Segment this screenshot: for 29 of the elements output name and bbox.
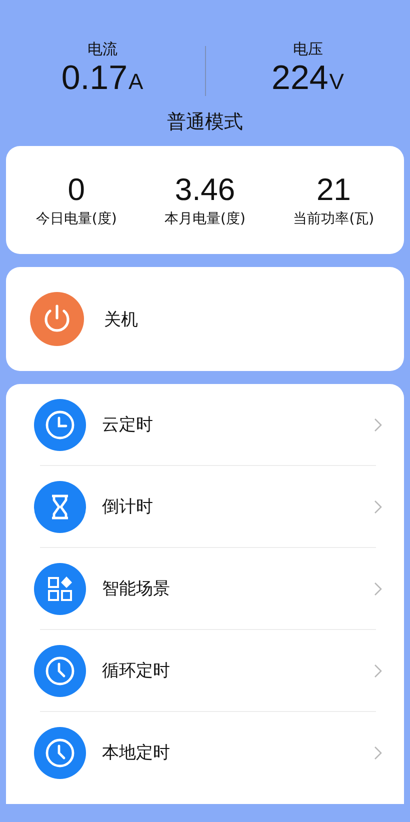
menu-item[interactable]: 智能场景 xyxy=(6,548,404,629)
reading-value: 0.17A xyxy=(61,58,144,99)
stat-value: 21 xyxy=(316,172,351,208)
menu-item[interactable]: 倒计时 xyxy=(6,466,404,547)
stat-value: 3.46 xyxy=(174,172,236,208)
reading-label: 电流 xyxy=(87,40,118,58)
hourglass-icon xyxy=(34,480,86,532)
power-label: 关机 xyxy=(104,308,138,330)
menu-item[interactable]: 循环定时 xyxy=(6,630,404,711)
stat-value: 0 xyxy=(68,172,85,208)
mode-label: 普通模式 xyxy=(167,110,243,134)
power-card[interactable]: 关机 xyxy=(6,267,404,371)
menu-item[interactable]: 云定时 xyxy=(6,384,404,465)
grid-icon xyxy=(34,562,86,614)
chevron-icon xyxy=(374,746,382,760)
clock-icon xyxy=(34,726,86,778)
clock-icon xyxy=(34,644,86,696)
menu-item[interactable]: 本地定时 xyxy=(6,712,404,793)
chevron-icon xyxy=(374,418,382,432)
reading-label: 电压 xyxy=(292,40,323,58)
chevron-icon xyxy=(374,582,382,596)
chevron-icon xyxy=(374,500,382,514)
clock-icon xyxy=(34,398,86,450)
stat-label: 本月电量(度) xyxy=(164,210,246,228)
stat-label: 今日电量(度) xyxy=(36,210,117,228)
reading-value: 224V xyxy=(272,58,344,99)
power-icon[interactable] xyxy=(30,292,84,346)
stat-label: 当前功率(瓦) xyxy=(293,210,374,228)
chevron-icon xyxy=(374,664,382,678)
